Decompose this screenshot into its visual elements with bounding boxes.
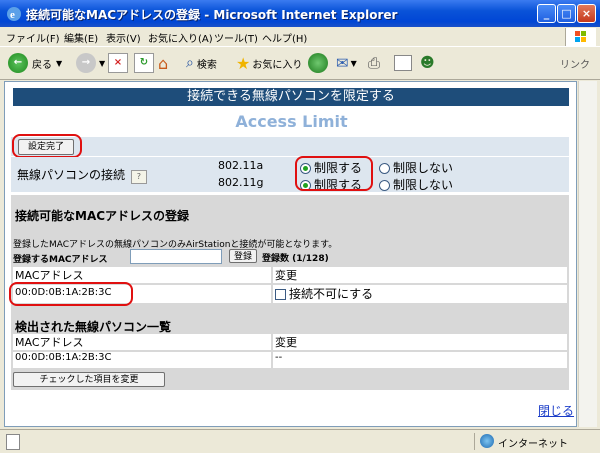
radio-icon — [379, 180, 390, 191]
globe-icon — [480, 434, 494, 448]
maximize-button[interactable]: □ — [557, 4, 576, 23]
back-button[interactable]: ← 戻る ▼ — [8, 52, 62, 74]
ie-icon: e — [7, 7, 21, 21]
links-label[interactable]: リンク — [560, 52, 590, 74]
menu-bar: ファイル(F) 編集(E) 表示(V) お気に入り(A) ツール(T) ヘルプ(… — [0, 27, 600, 47]
print-button[interactable]: ⎙ — [368, 52, 380, 74]
edit-icon — [394, 55, 412, 71]
history-icon — [308, 53, 328, 73]
forward-arrow-icon: → — [76, 53, 96, 73]
page-subtitle: Access Limit — [235, 112, 348, 131]
favorites-button[interactable]: ★ お気に入り — [236, 52, 302, 74]
search-button[interactable]: ⌕ 検索 — [186, 52, 217, 74]
menu-help[interactable]: ヘルプ(H) — [262, 30, 307, 45]
close-link[interactable]: 閉じる — [538, 402, 574, 419]
svg-text:e: e — [10, 9, 15, 21]
search-label: 検索 — [196, 59, 217, 71]
register-mac-label: 登録するMACアドレス — [13, 255, 108, 265]
vertical-scrollbar[interactable] — [578, 81, 597, 427]
minimize-button[interactable]: _ — [537, 4, 556, 23]
apply-bar — [11, 137, 569, 156]
window-title: 接続可能なMACアドレスの登録 - Microsoft Internet Exp… — [26, 8, 398, 22]
highlight-ring — [9, 282, 133, 306]
menu-view[interactable]: 表示(V) — [106, 30, 141, 45]
close-window-button[interactable]: × — [577, 4, 596, 23]
chevron-down-icon: ▼ — [56, 58, 63, 68]
back-label: 戻る — [32, 59, 52, 71]
disable-checkbox[interactable] — [275, 289, 286, 300]
refresh-icon: ↻ — [134, 53, 154, 73]
status-bar: インターネット — [0, 429, 600, 453]
menu-tools[interactable]: ツール(T) — [214, 30, 258, 45]
menu-favorites[interactable]: お気に入り(A) — [148, 30, 213, 45]
page-done-icon — [6, 434, 20, 450]
title-bar: e 接続可能なMACアドレスの登録 - Microsoft Internet E… — [0, 0, 600, 27]
registered-header-mac: MACアドレス — [13, 267, 271, 283]
history-button[interactable] — [308, 52, 328, 74]
highlight-ring — [12, 134, 82, 158]
search-icon: ⌕ — [186, 55, 194, 71]
messenger-button[interactable]: ☻ — [420, 52, 435, 74]
chevron-down-icon: ▼ — [350, 58, 357, 68]
page-banner: 接続できる無線パソコンを限定する — [13, 88, 569, 106]
detected-header-mac: MACアドレス — [13, 334, 271, 350]
registered-action-cell: 接続不可にする — [273, 285, 567, 303]
band-a-label: 802.11a — [218, 159, 264, 172]
highlight-ring — [295, 156, 373, 191]
radio-icon — [379, 163, 390, 174]
zone-label: インターネット — [498, 439, 568, 450]
help-icon[interactable]: ? — [130, 170, 147, 184]
back-arrow-icon: ← — [8, 53, 28, 73]
messenger-icon: ☻ — [420, 55, 435, 71]
favorites-label: お気に入り — [252, 59, 303, 71]
band-g-nolimit-radio[interactable]: 制限しない — [379, 176, 453, 193]
detected-mac-cell: 00:0D:0B:1A:2B:3C — [13, 352, 271, 368]
change-checked-button[interactable]: チェックした項目を変更 — [13, 372, 165, 387]
stop-icon: × — [108, 53, 128, 73]
band-g-label: 802.11g — [218, 176, 264, 189]
detected-title: 検出された無線パソコン一覧 — [15, 320, 172, 334]
home-button[interactable]: ⌂ — [158, 52, 168, 74]
register-button[interactable]: 登録 — [229, 249, 257, 263]
registered-header-change: 変更 — [273, 267, 567, 283]
edit-button[interactable] — [394, 52, 412, 74]
register-title: 接続可能なMACアドレスの登録 — [15, 209, 190, 223]
wireless-label: 無線パソコンの接続 ? — [17, 166, 147, 184]
windows-logo — [565, 28, 596, 46]
forward-button[interactable]: → ▼ — [76, 52, 105, 74]
star-icon: ★ — [236, 53, 251, 73]
print-icon: ⎙ — [368, 54, 381, 72]
toolbar: ← 戻る ▼ → ▼ × ↻ ⌂ ⌕ 検索 ★ お気に入り ✉ ▼ ⎙ ☻ リン… — [0, 47, 600, 80]
mail-icon: ✉ — [336, 54, 349, 72]
register-count: 登録数 (1/128) — [262, 254, 329, 264]
home-icon: ⌂ — [158, 53, 169, 73]
chevron-down-icon: ▼ — [99, 58, 106, 68]
status-divider — [474, 433, 475, 450]
stop-button[interactable]: × — [108, 52, 128, 74]
web-content: 接続できる無線パソコンを限定する Access Limit 設定完了 無線パソコ… — [4, 81, 577, 427]
menu-file[interactable]: ファイル(F) — [6, 30, 60, 45]
mail-button[interactable]: ✉ ▼ — [336, 52, 357, 74]
mac-address-input[interactable] — [130, 249, 222, 264]
detected-action-cell: -- — [273, 352, 567, 368]
detected-header-change: 変更 — [273, 334, 567, 350]
band-a-nolimit-radio[interactable]: 制限しない — [379, 159, 453, 176]
menu-edit[interactable]: 編集(E) — [64, 30, 98, 45]
refresh-button[interactable]: ↻ — [134, 52, 154, 74]
